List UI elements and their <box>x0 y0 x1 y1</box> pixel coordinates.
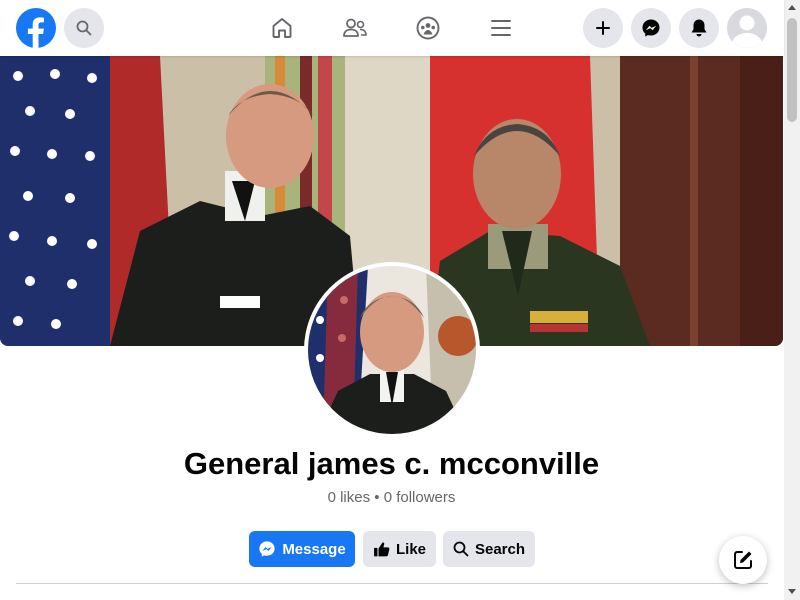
page-title: General james c. mcconville <box>183 446 600 481</box>
messenger-icon <box>642 19 660 37</box>
vertical-scrollbar[interactable] <box>784 0 800 600</box>
search-page-button[interactable]: Search <box>443 531 535 567</box>
user-placeholder-icon <box>727 8 767 48</box>
search-button[interactable] <box>64 8 104 48</box>
new-message-button[interactable] <box>719 536 767 584</box>
scrollbar-thumb[interactable] <box>787 18 797 122</box>
nav-friends-button[interactable] <box>339 12 371 44</box>
profile-picture[interactable] <box>304 262 480 438</box>
notifications-button[interactable] <box>679 8 719 48</box>
like-button[interactable]: Like <box>363 531 436 567</box>
search-icon <box>453 541 469 557</box>
plus-icon <box>596 21 610 35</box>
home-icon <box>272 18 292 38</box>
thumbs-up-icon <box>374 541 390 556</box>
facebook-logo-icon[interactable] <box>16 8 56 48</box>
messenger-button[interactable] <box>631 8 671 48</box>
nav-groups-button[interactable] <box>412 12 444 44</box>
top-navigation-bar <box>0 0 784 56</box>
groups-icon <box>416 16 440 40</box>
menu-icon <box>491 20 511 36</box>
nav-menu-button[interactable] <box>485 12 517 44</box>
likes-followers-count: 0 likes • 0 followers <box>327 489 456 506</box>
friends-icon <box>343 18 367 37</box>
search-button-label: Search <box>474 540 526 558</box>
account-avatar[interactable] <box>727 8 767 48</box>
nav-home-button[interactable] <box>266 12 298 44</box>
scroll-down-arrow[interactable] <box>788 589 796 594</box>
like-button-label: Like <box>395 540 426 558</box>
section-divider <box>16 583 768 584</box>
scroll-up-arrow[interactable] <box>788 5 796 10</box>
messenger-icon <box>259 541 275 557</box>
compose-icon <box>734 551 752 569</box>
message-button[interactable]: Message <box>249 531 355 567</box>
bell-icon <box>691 19 707 37</box>
message-button-label: Message <box>282 540 346 558</box>
search-icon <box>76 20 92 36</box>
create-button[interactable] <box>583 8 623 48</box>
